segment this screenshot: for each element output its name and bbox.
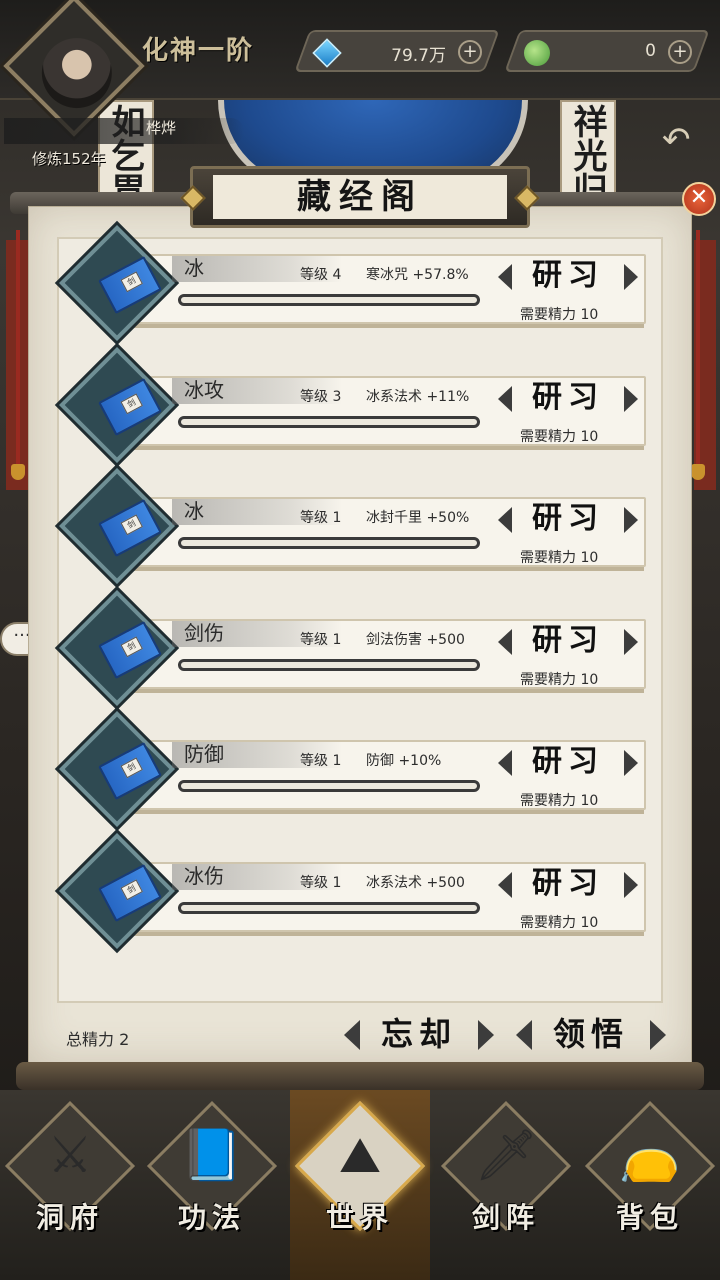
skill-name: 剑伤 — [184, 621, 224, 645]
study-button[interactable]: 研习 — [498, 621, 638, 663]
skill-progress-bar — [178, 294, 480, 306]
cultivation-years: 修炼152年 — [32, 150, 106, 168]
skill-name: 冰 — [184, 256, 204, 280]
skill-progress-bar — [178, 659, 480, 671]
book-label-tag: 剑 — [120, 393, 143, 415]
energy-cost: 需要精力 10 — [520, 550, 599, 566]
skill-effect: 冰封千里 +50% — [366, 510, 470, 526]
scroll-rod-bottom — [16, 1062, 704, 1090]
player-avatar[interactable] — [3, 0, 145, 137]
skill-effect: 冰系法术 +500 — [366, 875, 465, 891]
skill-level: 等级 1 — [300, 510, 342, 526]
study-button[interactable]: 研习 — [498, 378, 638, 420]
spirit-stone-icon — [312, 38, 342, 68]
nav-label: 功法 — [177, 1201, 246, 1234]
study-button[interactable]: 研习 — [498, 742, 638, 784]
close-button[interactable]: ✕ — [682, 182, 716, 216]
skill-name: 冰攻 — [184, 378, 224, 402]
scroll-books-icon: 📘 — [180, 1126, 244, 1184]
name-ink-stroke — [4, 118, 244, 144]
skill-effect: 剑法伤害 +500 — [366, 632, 465, 648]
comprehend-button[interactable]: 领悟 — [516, 1010, 666, 1060]
skill-effect: 寒冰咒 +57.8% — [366, 267, 469, 283]
return-arrow-icon[interactable]: ↶ — [662, 120, 691, 160]
skill-row: 剑 冰伤 等级 1 冰系法术 +500 研习 需要精力 10 — [59, 833, 654, 949]
skill-name: 冰 — [184, 499, 204, 523]
skill-row: 剑 冰攻 等级 3 冰系法术 +11% 研习 需要精力 10 — [59, 347, 654, 463]
spirit-stone-value: 79.7万 — [391, 46, 446, 66]
book-label-tag: 剑 — [120, 636, 143, 658]
skill-effect: 防御 +10% — [366, 753, 442, 769]
skill-name: 防御 — [184, 742, 224, 766]
tassel-left — [11, 230, 25, 480]
skill-level: 等级 1 — [300, 753, 342, 769]
skill-row: 剑 冰 等级 1 冰封千里 +50% 研习 需要精力 10 — [59, 468, 654, 584]
nav-label: 背包 — [615, 1201, 684, 1234]
skill-progress-bar — [178, 780, 480, 792]
panel-title-plaque: 藏经阁 — [180, 166, 540, 228]
book-label-tag: 剑 — [120, 514, 143, 536]
nav-label: 洞府 — [35, 1201, 104, 1234]
jade-value: 0 — [645, 41, 656, 61]
book-label-tag: 剑 — [120, 271, 143, 293]
crossed-swords-icon: 🗡 — [474, 1126, 538, 1184]
avatar-portrait — [41, 38, 112, 109]
study-button[interactable]: 研习 — [498, 256, 638, 298]
nav-item-treasure-bag[interactable]: 👝 背包 — [584, 1100, 716, 1242]
total-energy: 总精力 2 — [66, 1030, 130, 1049]
skill-name: 冰伤 — [184, 864, 224, 888]
skill-row: 剑 剑伤 等级 1 剑法伤害 +500 研习 需要精力 10 — [59, 590, 654, 706]
nav-label: 世界 — [325, 1201, 394, 1234]
study-button[interactable]: 研习 — [498, 864, 638, 906]
spirit-stone-counter: 79.7万 + — [294, 30, 500, 72]
skill-level: 等级 3 — [300, 389, 342, 405]
add-jade-button[interactable]: + — [668, 40, 692, 64]
general-statue-icon: ⚔ — [47, 1126, 93, 1184]
skill-progress-bar — [178, 902, 480, 914]
jade-counter: 0 + — [504, 30, 710, 72]
nav-item-crossed-swords[interactable]: 🗡 剑阵 — [440, 1100, 572, 1242]
book-label-tag: 剑 — [120, 757, 143, 779]
panel-title: 藏经阁 — [213, 175, 507, 219]
skill-effect: 冰系法术 +11% — [366, 389, 470, 405]
nav-item-scroll-books[interactable]: 📘 功法 — [146, 1100, 278, 1242]
skill-level: 等级 1 — [300, 875, 342, 891]
mountain-crest-icon: ⛰ — [339, 1126, 381, 1184]
energy-cost: 需要精力 10 — [520, 915, 599, 931]
book-label-tag: 剑 — [120, 879, 143, 901]
energy-cost: 需要精力 10 — [520, 307, 599, 323]
skill-level: 等级 1 — [300, 632, 342, 648]
skill-progress-bar — [178, 416, 480, 428]
study-button[interactable]: 研习 — [498, 499, 638, 541]
nav-item-general-statue[interactable]: ⚔ 洞府 — [4, 1100, 136, 1242]
cultivation-realm: 化神一阶 — [142, 36, 255, 66]
jade-icon — [524, 40, 550, 66]
energy-cost: 需要精力 10 — [520, 429, 599, 445]
nav-label: 剑阵 — [471, 1201, 540, 1234]
treasure-bag-icon: 👝 — [618, 1126, 682, 1184]
skill-level: 等级 4 — [300, 267, 342, 283]
player-name: 桦烨 — [146, 119, 177, 137]
skill-row: 剑 防御 等级 1 防御 +10% 研习 需要精力 10 — [59, 711, 654, 827]
tassel-right — [691, 230, 705, 480]
avatar-frame-diamond — [3, 0, 145, 137]
add-spirit-stone-button[interactable]: + — [458, 40, 482, 64]
forget-button[interactable]: 忘却 — [344, 1010, 494, 1060]
energy-cost: 需要精力 10 — [520, 793, 599, 809]
nav-item-mountain-crest[interactable]: ⛰ 世界 — [294, 1100, 426, 1242]
skill-row: 剑 冰 等级 4 寒冰咒 +57.8% 研习 需要精力 10 — [59, 225, 654, 341]
skill-progress-bar — [178, 537, 480, 549]
energy-cost: 需要精力 10 — [520, 672, 599, 688]
